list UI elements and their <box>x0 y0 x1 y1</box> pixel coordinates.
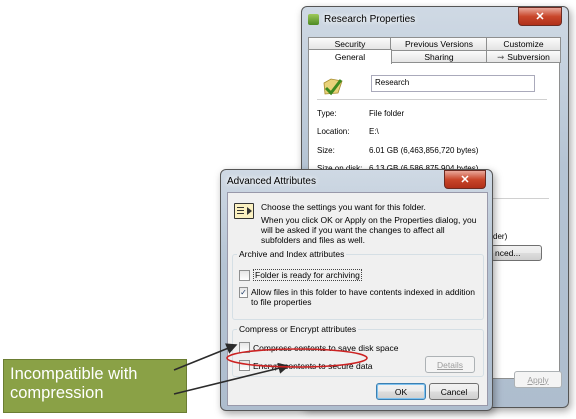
divider <box>317 99 547 100</box>
subversion-icon: ⇝ <box>497 51 505 62</box>
location-label: Location: <box>317 127 350 136</box>
compress-checkbox-row[interactable]: Compress contents to save disk space <box>239 342 399 353</box>
intro-heading: Choose the settings you want for this fo… <box>261 202 426 212</box>
folder-app-icon <box>308 13 319 25</box>
type-value: File folder <box>369 109 405 118</box>
details-button[interactable]: Details <box>425 356 475 373</box>
type-label: Type: <box>317 109 337 118</box>
callout-line-2: compression <box>10 384 104 402</box>
cancel-button[interactable]: Cancel <box>429 383 479 400</box>
encrypt-checkbox-row[interactable]: Encrypt contents to secure data <box>239 360 373 371</box>
ok-button[interactable]: OK <box>376 383 426 400</box>
callout-line-1: Incompatible with <box>10 365 138 383</box>
attributes-icon <box>234 203 254 219</box>
close-icon: ✕ <box>535 11 545 23</box>
tab-previous-versions[interactable]: Previous Versions <box>390 37 488 50</box>
tab-customize[interactable]: Customize <box>486 37 561 50</box>
archive-label: Folder is ready for archiving <box>253 269 362 281</box>
archive-checkbox-row[interactable]: Folder is ready for archiving <box>239 269 362 281</box>
compress-checkbox[interactable] <box>239 342 250 353</box>
folder-large-icon <box>322 75 344 97</box>
tab-general[interactable]: General <box>308 49 392 64</box>
advanced-close-button[interactable]: ✕ <box>444 170 486 189</box>
compress-group-label: Compress or Encrypt attributes <box>237 324 359 334</box>
intro-text: When you click OK or Apply on the Proper… <box>261 215 477 245</box>
archive-group-label: Archive and Index attributes <box>237 249 347 259</box>
encrypt-label: Encrypt contents to secure data <box>253 360 373 371</box>
advanced-button[interactable]: nced... <box>491 245 542 261</box>
location-value: E:\ <box>369 127 379 136</box>
annotation-callout: Incompatible with compression <box>3 359 187 413</box>
encrypt-checkbox[interactable] <box>239 360 250 371</box>
close-icon: ✕ <box>460 174 470 186</box>
index-label: Allow files in this folder to have conte… <box>251 287 475 307</box>
archive-index-group: Archive and Index attributes Folder is r… <box>232 249 484 320</box>
index-checkbox-row[interactable]: ✓ Allow files in this folder to have con… <box>239 287 475 307</box>
folder-name-field[interactable]: Research <box>371 75 535 92</box>
advanced-titlebar: Advanced Attributes ✕ <box>221 170 492 192</box>
compress-encrypt-group: Compress or Encrypt attributes Compress … <box>232 324 484 377</box>
apply-button[interactable]: Apply <box>514 371 562 388</box>
properties-titlebar: Research Properties ✕ <box>302 7 568 31</box>
properties-close-button[interactable]: ✕ <box>518 7 562 26</box>
size-value: 6.01 GB (6,463,856,720 bytes) <box>369 146 479 155</box>
index-checkbox[interactable]: ✓ <box>239 287 249 298</box>
size-label: Size: <box>317 146 335 155</box>
advanced-attributes-dialog: Advanced Attributes ✕ Choose the setting… <box>220 169 493 411</box>
properties-title: Research Properties <box>324 13 416 25</box>
advanced-dialog-body: Choose the settings you want for this fo… <box>227 192 488 406</box>
compress-label: Compress contents to save disk space <box>253 342 399 353</box>
advanced-title: Advanced Attributes <box>227 175 316 187</box>
archive-checkbox[interactable] <box>239 269 250 281</box>
attributes-partial-text: der) <box>493 232 508 241</box>
